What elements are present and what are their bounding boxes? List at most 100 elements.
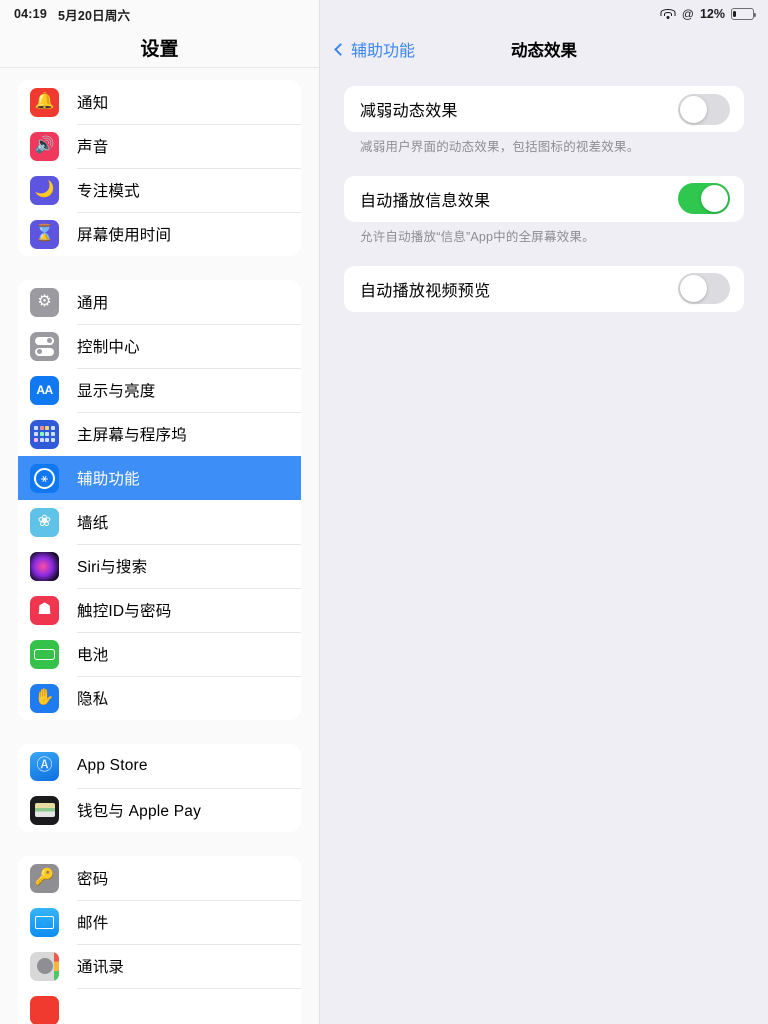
toggle-knob	[680, 275, 707, 303]
sidebar-item-label: 声音	[77, 139, 109, 156]
sidebar-item-label: 通用	[77, 295, 109, 312]
icon-glyph: ❀	[37, 513, 52, 530]
grid-glyph	[34, 425, 55, 443]
sidebar-item-label: 隐私	[77, 691, 109, 708]
ipad-settings-screen: 04:19 5月20日周六 设置 🔔 通知 🔊 声音 🌙 专注模式 ⌛ 屏幕使用时间 ⚙ 通用控制…	[0, 0, 768, 1024]
contact-glyph	[36, 958, 53, 974]
back-button-label: 辅助功能	[351, 43, 416, 60]
settings-row-label: 自动播放视频预览	[360, 282, 491, 300]
rotation-lock-icon: @	[681, 7, 694, 21]
settings-row-label: 自动播放信息效果	[360, 192, 491, 210]
sidebar-item-辅助功能[interactable]: ⚹ 辅助功能	[18, 456, 301, 500]
settings-row-label: 减弱动态效果	[360, 103, 458, 120]
hand-icon: ✋	[30, 683, 59, 713]
bell-icon: 🔔	[30, 87, 59, 117]
wallet-glyph	[34, 803, 55, 817]
contacts-icon	[30, 951, 59, 981]
settings-row[interactable]: 减弱动态效果	[344, 86, 744, 132]
moon-icon: 🌙	[30, 175, 59, 205]
icon-glyph: ☗	[37, 601, 52, 618]
status-time: 04:19	[14, 7, 47, 21]
icon-glyph: 🔔	[34, 93, 55, 110]
icon-glyph: Ⓐ	[36, 757, 53, 774]
sidebar-item-密码[interactable]: 🔑 密码	[18, 856, 301, 900]
toggle-switch[interactable]	[678, 93, 730, 125]
app-store-icon: Ⓐ	[30, 751, 59, 781]
sidebar-item-label: 控制中心	[77, 339, 140, 356]
battery-icon	[30, 639, 59, 669]
page-title: 设置	[140, 39, 179, 60]
sidebar-scroll-area[interactable]: 🔔 通知 🔊 声音 🌙 专注模式 ⌛ 屏幕使用时间 ⚙ 通用控制中心 AA 显示与亮度主屏幕与程序坞 ⚹…	[0, 68, 319, 1024]
sidebar-item-label: 墙纸	[77, 515, 109, 532]
sidebar-item-钱包与 Apple Pay[interactable]: 钱包与 Apple Pay	[18, 788, 301, 832]
fingerprint-icon: ☗	[30, 595, 59, 625]
sidebar-item-label: 电池	[77, 647, 109, 664]
battery-icon	[731, 8, 757, 20]
contact-tabs-glyph	[54, 951, 59, 981]
icon-glyph: ⌛	[34, 225, 55, 242]
sidebar-item-触控ID与密码[interactable]: ☗ 触控ID与密码	[18, 588, 301, 632]
settings-group: 减弱动态效果	[344, 86, 744, 132]
sidebar-item-控制中心[interactable]: 控制中心	[18, 324, 301, 368]
sidebar-item-墙纸[interactable]: ❀ 墙纸	[18, 500, 301, 544]
settings-group: 自动播放视频预览	[344, 265, 744, 312]
sidebar-item-label: 密码	[77, 871, 109, 888]
sidebar-item-屏幕使用时间[interactable]: ⌛ 屏幕使用时间	[18, 212, 301, 256]
detail-navbar: 辅助功能 动态效果	[320, 28, 768, 70]
sidebar-item-电池[interactable]: 电池	[18, 632, 301, 676]
sidebar-item-label: 通知	[77, 95, 109, 112]
sidebar-item-隐私[interactable]: ✋ 隐私	[18, 676, 301, 720]
sidebar-group: Ⓐ App Store 钱包与 Apple Pay	[18, 744, 301, 832]
settings-group: 自动播放信息效果	[344, 175, 744, 222]
wallet-icon	[30, 795, 59, 825]
sidebar-item-Siri与搜索[interactable]: Siri与搜索	[18, 544, 301, 588]
toggle-knob	[701, 185, 728, 213]
wifi-icon	[660, 8, 676, 20]
icon-glyph: 🔊	[34, 137, 55, 154]
back-button[interactable]: 辅助功能	[334, 37, 416, 61]
settings-row[interactable]: 自动播放信息效果	[344, 176, 744, 222]
sidebar-item-label: 邮件	[77, 915, 109, 932]
key-icon: 🔑	[30, 863, 59, 893]
sidebar-item-label: 显示与亮度	[77, 383, 156, 400]
toggle-switch[interactable]	[678, 273, 730, 305]
sidebar-item-专注模式[interactable]: 🌙 专注模式	[18, 168, 301, 212]
sidebar-item-label: 屏幕使用时间	[77, 227, 172, 244]
text-size-icon: AA	[30, 375, 59, 405]
envelope-glyph	[35, 915, 54, 929]
sidebar-item-通用[interactable]: ⚙ 通用	[18, 280, 301, 324]
sidebar-item-主屏幕与程序坞[interactable]: 主屏幕与程序坞	[18, 412, 301, 456]
sidebar-group: 🔔 通知 🔊 声音 🌙 专注模式 ⌛ 屏幕使用时间	[18, 80, 301, 256]
settings-row[interactable]: 自动播放视频预览	[344, 266, 744, 312]
mail-envelope-icon	[30, 907, 59, 937]
battery-percent-label: 12%	[699, 7, 725, 21]
sidebar-item-显示与亮度[interactable]: AA 显示与亮度	[18, 368, 301, 412]
toggle-knob	[680, 95, 707, 123]
sidebar-group: ⚙ 通用控制中心 AA 显示与亮度主屏幕与程序坞 ⚹ 辅助功能 ❀ 墙纸 Siri与搜索 ☗ 触控I…	[18, 280, 301, 720]
status-date: 5月20日周六	[57, 8, 131, 23]
settings-list: 减弱动态效果 减弱用户界面的动态效果，包括图标的视差效果。 自动播放信息效果 允许自动…	[320, 70, 768, 332]
chevron-left-icon	[334, 42, 347, 56]
toggles-glyph	[35, 336, 54, 356]
sidebar-item-label: App Store	[77, 757, 148, 774]
sidebar-item-邮件[interactable]: 邮件	[18, 900, 301, 944]
sidebar-item-通知[interactable]: 🔔 通知	[18, 80, 301, 124]
sidebar-item-App Store[interactable]: Ⓐ App Store	[18, 744, 301, 788]
sidebar-item-声音[interactable]: 🔊 声音	[18, 124, 301, 168]
sidebar-item-calendar[interactable]	[18, 988, 301, 1024]
toggle-switch[interactable]	[678, 183, 730, 215]
home-screen-grid-icon	[30, 419, 59, 449]
icon-glyph: 🔑	[34, 869, 55, 886]
icon-glyph: AA	[36, 383, 53, 397]
hourglass-icon: ⌛	[30, 219, 59, 249]
sidebar-item-label: 主屏幕与程序坞	[77, 427, 187, 444]
sidebar-group: 🔑 密码邮件通讯录	[18, 856, 301, 1024]
gear-icon: ⚙	[30, 287, 59, 317]
sidebar-item-label: 触控ID与密码	[77, 603, 172, 620]
sidebar-item-通讯录[interactable]: 通讯录	[18, 944, 301, 988]
accessibility-glyph: ⚹	[34, 467, 55, 489]
battery-glyph	[34, 648, 55, 660]
